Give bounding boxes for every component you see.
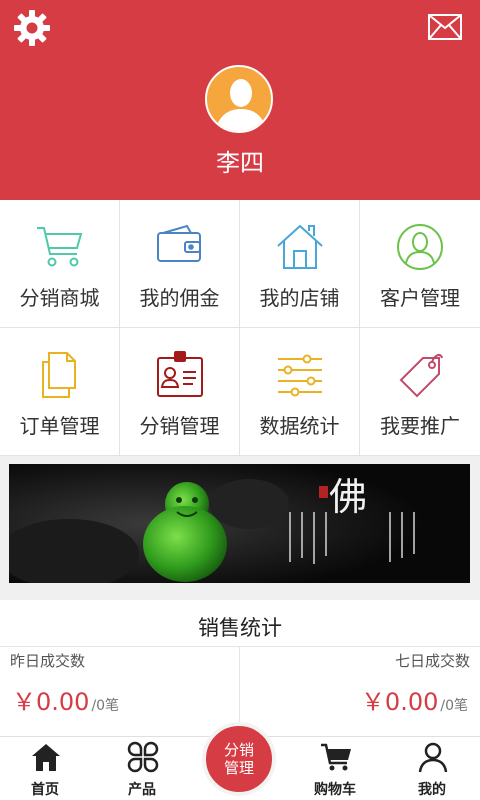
cart-icon bbox=[321, 743, 351, 771]
yesterday-count: /0笔 bbox=[91, 698, 120, 714]
distribution-center-button[interactable]: 分销 管理 bbox=[202, 722, 276, 796]
tab-label: 首页 bbox=[31, 782, 59, 798]
menu-item-my-shop[interactable]: 我的店铺 bbox=[240, 200, 360, 328]
menu-item-label: 我的佣金 bbox=[139, 286, 220, 310]
function-grid: 分销商城 我的佣金 我的店铺 客户管理 订单管理 分销管理 数据统计 我要推广 bbox=[0, 200, 480, 456]
yesterday-label: 昨日成交数 bbox=[10, 652, 86, 670]
home-icon bbox=[277, 224, 323, 269]
mail-icon[interactable] bbox=[428, 14, 462, 40]
yesterday-value[interactable]: ￥0.00/0笔 bbox=[12, 682, 119, 717]
username: 李四 bbox=[216, 149, 264, 177]
menu-item-data-statistics[interactable]: 数据统计 bbox=[240, 328, 360, 456]
grid-icon bbox=[127, 741, 159, 773]
sliders-icon bbox=[278, 354, 322, 397]
menu-item-distribution-mall[interactable]: 分销商城 bbox=[0, 200, 120, 328]
menu-item-promote[interactable]: 我要推广 bbox=[360, 328, 480, 456]
document-icon bbox=[42, 352, 76, 398]
sales-stats-panel: 销售统计 昨日成交数 ￥0.00/0笔 七日成交数 ￥0.00/0笔 bbox=[0, 600, 480, 736]
seven-day-label: 七日成交数 bbox=[394, 652, 470, 670]
banner-image: 佛 bbox=[9, 464, 470, 583]
yesterday-amount: ￥0.00 bbox=[12, 688, 90, 716]
tab-cart[interactable]: 购物车 bbox=[290, 737, 380, 800]
divider bbox=[0, 646, 480, 647]
tag-icon bbox=[399, 353, 443, 398]
menu-item-label: 分销管理 bbox=[139, 414, 220, 438]
seven-day-amount: ￥0.00 bbox=[360, 688, 439, 716]
tab-products[interactable]: 产品 bbox=[97, 737, 187, 800]
menu-item-label: 我要推广 bbox=[380, 414, 460, 438]
person-icon bbox=[215, 79, 267, 131]
home-icon bbox=[32, 744, 60, 771]
seven-day-value[interactable]: ￥0.00/0笔 bbox=[361, 682, 468, 717]
user-icon bbox=[418, 742, 448, 773]
seven-day-count: /0笔 bbox=[440, 698, 468, 714]
wallet-icon bbox=[157, 224, 201, 262]
profile-header: 李四 bbox=[0, 0, 480, 200]
menu-item-distribution-management[interactable]: 分销管理 bbox=[120, 328, 240, 456]
tab-home[interactable]: 首页 bbox=[0, 737, 90, 800]
menu-item-my-commission[interactable]: 我的佣金 bbox=[120, 200, 240, 328]
menu-item-label: 客户管理 bbox=[380, 286, 460, 310]
tab-label: 产品 bbox=[128, 782, 156, 798]
menu-item-label: 数据统计 bbox=[259, 414, 340, 438]
banner-title: 佛 bbox=[329, 475, 367, 519]
menu-item-order-management[interactable]: 订单管理 bbox=[0, 328, 120, 456]
menu-item-label: 我的店铺 bbox=[259, 286, 340, 310]
tab-label: 购物车 bbox=[314, 782, 356, 798]
cart-icon bbox=[37, 227, 83, 267]
avatar[interactable] bbox=[205, 65, 273, 133]
menu-item-label: 订单管理 bbox=[19, 414, 100, 438]
tab-label: 我的 bbox=[418, 782, 446, 798]
promo-banner[interactable]: 佛 bbox=[9, 464, 470, 583]
stats-title: 销售统计 bbox=[198, 616, 282, 640]
tab-mine[interactable]: 我的 bbox=[387, 737, 477, 800]
user-circle-icon bbox=[397, 224, 443, 270]
app-screen: 李四 分销商城 我的佣金 我的店铺 客户管理 订单管理 分销管理 数据统计 我要… bbox=[0, 0, 480, 800]
id-card-icon bbox=[157, 351, 203, 397]
menu-item-customer-management[interactable]: 客户管理 bbox=[360, 200, 480, 328]
gear-icon[interactable] bbox=[12, 8, 52, 48]
menu-item-label: 分销商城 bbox=[19, 286, 100, 310]
